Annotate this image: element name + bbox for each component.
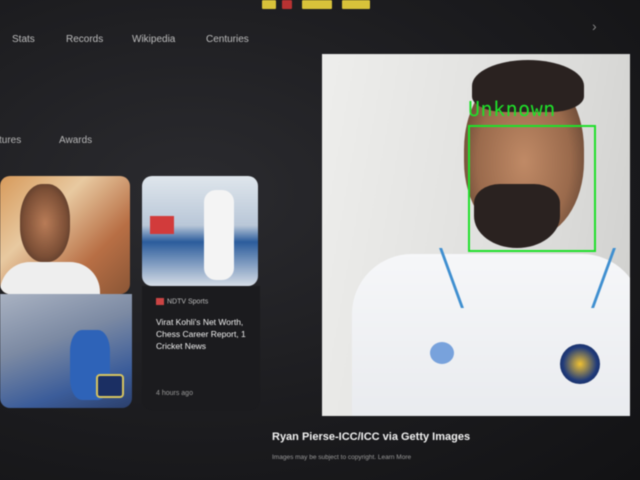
image-result-portrait[interactable] xyxy=(0,176,130,294)
face-detection-box xyxy=(468,125,596,252)
logo-block xyxy=(282,0,292,9)
seat-row xyxy=(150,216,174,234)
player-seated xyxy=(204,190,234,280)
image-result-seated-player[interactable] xyxy=(142,176,258,286)
image-caption[interactable]: Ryan Pierse-ICC/ICC via Getty Images xyxy=(272,431,470,443)
ndtv-logo-icon xyxy=(156,298,164,305)
portrait-face xyxy=(20,184,70,262)
top-logo xyxy=(262,0,372,10)
chip-awards[interactable]: Awards xyxy=(54,132,97,149)
channel-logo-icon xyxy=(96,374,124,398)
tab-wikipedia[interactable]: Wikipedia xyxy=(130,30,177,49)
news-headline[interactable]: Virat Kohli's Net Worth, Chess Career Re… xyxy=(156,316,256,352)
logo-block xyxy=(302,0,332,9)
face-detection-label: Unknown xyxy=(468,97,556,121)
news-source: NDTV Sports xyxy=(156,298,208,305)
tab-stats[interactable]: Stats xyxy=(10,30,37,49)
news-card[interactable]: NDTV Sports Virat Kohli's Net Worth, Che… xyxy=(142,286,260,410)
portrait-shirt xyxy=(0,262,100,294)
news-timestamp: 4 hours ago xyxy=(156,390,193,397)
news-source-label: NDTV Sports xyxy=(167,298,209,306)
tab-records[interactable]: Records xyxy=(64,30,105,49)
icc-logo-icon xyxy=(430,342,454,364)
chevron-right-icon[interactable]: › xyxy=(592,18,597,34)
bcci-emblem-icon xyxy=(560,344,600,384)
chip-pictures[interactable]: tures xyxy=(0,132,26,149)
copyright-notice[interactable]: Images may be subject to copyright. Lear… xyxy=(272,454,411,461)
tab-centuries[interactable]: Centuries xyxy=(204,30,251,49)
logo-block xyxy=(342,0,370,9)
image-result-action-shot[interactable] xyxy=(0,294,132,408)
logo-block xyxy=(262,0,276,9)
